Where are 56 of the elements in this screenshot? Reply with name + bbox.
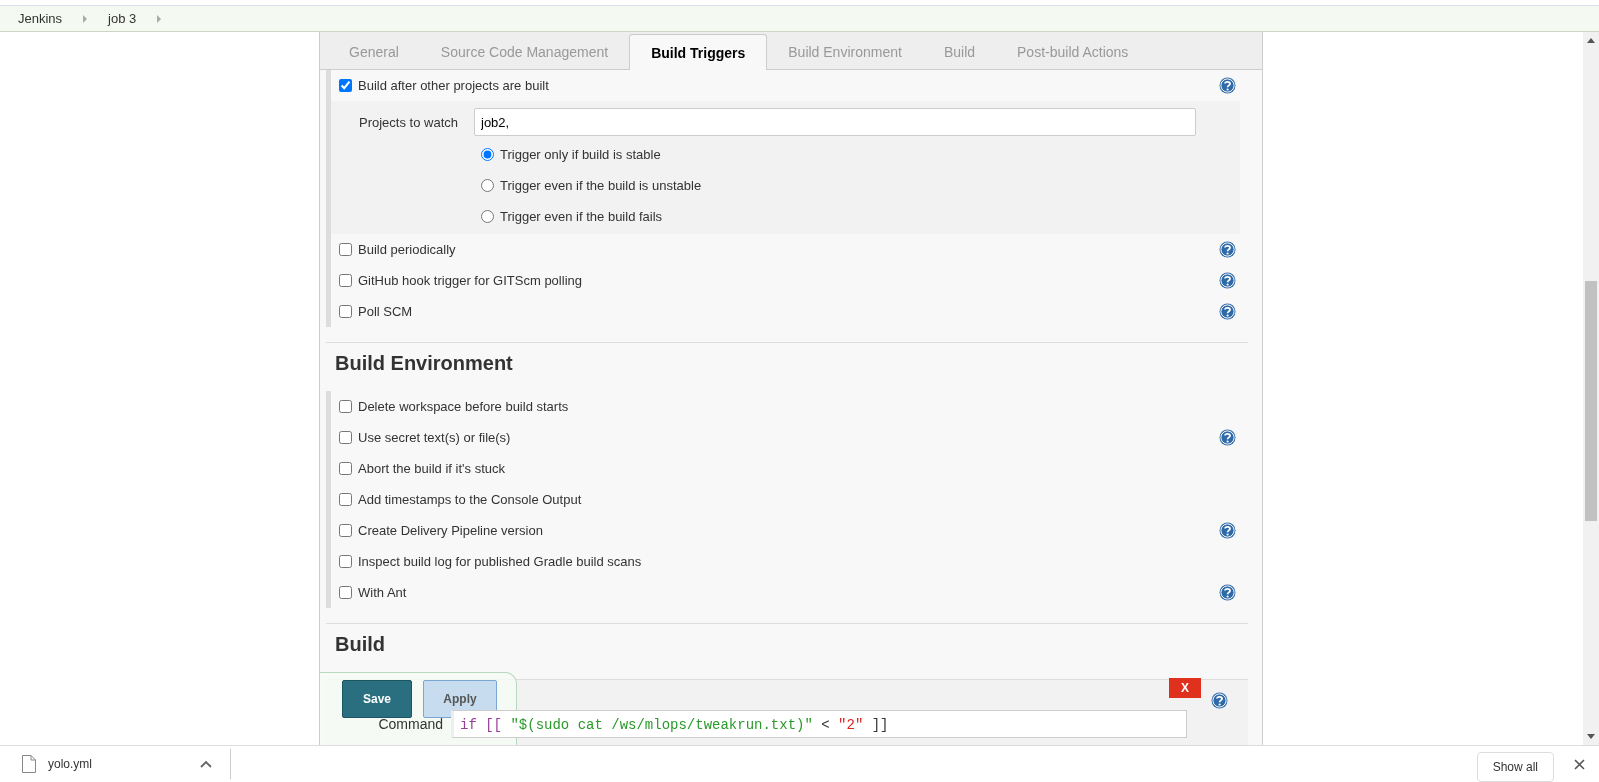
help-icon[interactable] — [1219, 272, 1236, 289]
checkbox[interactable] — [339, 493, 352, 506]
close-icon[interactable] — [1574, 758, 1585, 770]
radio-label: Trigger only if build is stable — [500, 147, 661, 162]
option-label: Delete workspace before build starts — [358, 399, 569, 414]
checkbox[interactable] — [339, 586, 352, 599]
radio-button[interactable] — [481, 210, 494, 223]
scroll-down-icon[interactable] — [1587, 734, 1595, 739]
tab[interactable]: Build Triggers — [629, 34, 768, 70]
file-icon — [22, 755, 36, 773]
checkbox[interactable] — [339, 274, 352, 287]
help-icon[interactable] — [1219, 584, 1236, 601]
projects-input[interactable]: job2, — [474, 108, 1196, 136]
radio-label: Trigger even if the build fails — [500, 209, 663, 224]
checkbox[interactable] — [339, 431, 352, 444]
option-label: Build after other projects are built — [358, 78, 549, 93]
help-icon[interactable] — [1219, 429, 1236, 446]
radio-button[interactable] — [481, 148, 494, 161]
section-heading: Build Environment — [334, 351, 514, 376]
breadcrumb-link[interactable]: Jenkins — [18, 11, 63, 26]
checkbox[interactable] — [339, 524, 352, 537]
checkbox[interactable] — [339, 79, 352, 92]
help-icon[interactable] — [1219, 522, 1236, 539]
radio-label: Trigger even if the build is unstable — [500, 178, 702, 193]
help-icon[interactable] — [1219, 303, 1236, 320]
show-all-button[interactable]: Show all — [1476, 752, 1554, 782]
option-label: Abort the build if it's stuck — [358, 461, 505, 476]
command-editor[interactable]: if [[ "$(sudo cat /ws/mlops/tweakrun.txt)" < "2" ]] — [451, 710, 1187, 738]
option-label: Build periodically — [358, 242, 456, 257]
help-icon[interactable] — [1219, 241, 1236, 258]
option-label: Use secret text(s) or file(s) — [358, 430, 511, 445]
scroll-thumb[interactable] — [1585, 281, 1597, 521]
help-icon[interactable] — [1211, 692, 1228, 709]
field-label: Command — [377, 716, 444, 732]
save-button[interactable]: Save — [342, 680, 412, 718]
section-heading: Build — [334, 632, 386, 657]
checkbox[interactable] — [339, 555, 352, 568]
download-filename[interactable]: yolo.yml — [48, 757, 200, 771]
chevron-up-icon[interactable] — [200, 760, 212, 768]
option-label: Add timestamps to the Console Output — [358, 492, 582, 507]
radio-button[interactable] — [481, 179, 494, 192]
checkbox[interactable] — [339, 243, 352, 256]
breadcrumb-link[interactable]: job 3 — [108, 11, 137, 26]
checkbox[interactable] — [339, 305, 352, 318]
field-label: Projects to watch — [358, 114, 459, 130]
option-label: GitHub hook trigger for GITScm polling — [358, 273, 582, 288]
option-label: With Ant — [358, 585, 407, 600]
scrollbar[interactable] — [1583, 32, 1599, 745]
option-label: Create Delivery Pipeline version — [358, 523, 543, 538]
option-label: Poll SCM — [358, 304, 413, 319]
checkbox[interactable] — [339, 400, 352, 413]
option-label: Inspect build log for published Gradle build scans — [358, 554, 642, 569]
scroll-up-icon[interactable] — [1587, 38, 1595, 43]
checkbox[interactable] — [339, 462, 352, 475]
delete-button[interactable]: X — [1169, 678, 1201, 698]
help-icon[interactable] — [1219, 77, 1236, 94]
